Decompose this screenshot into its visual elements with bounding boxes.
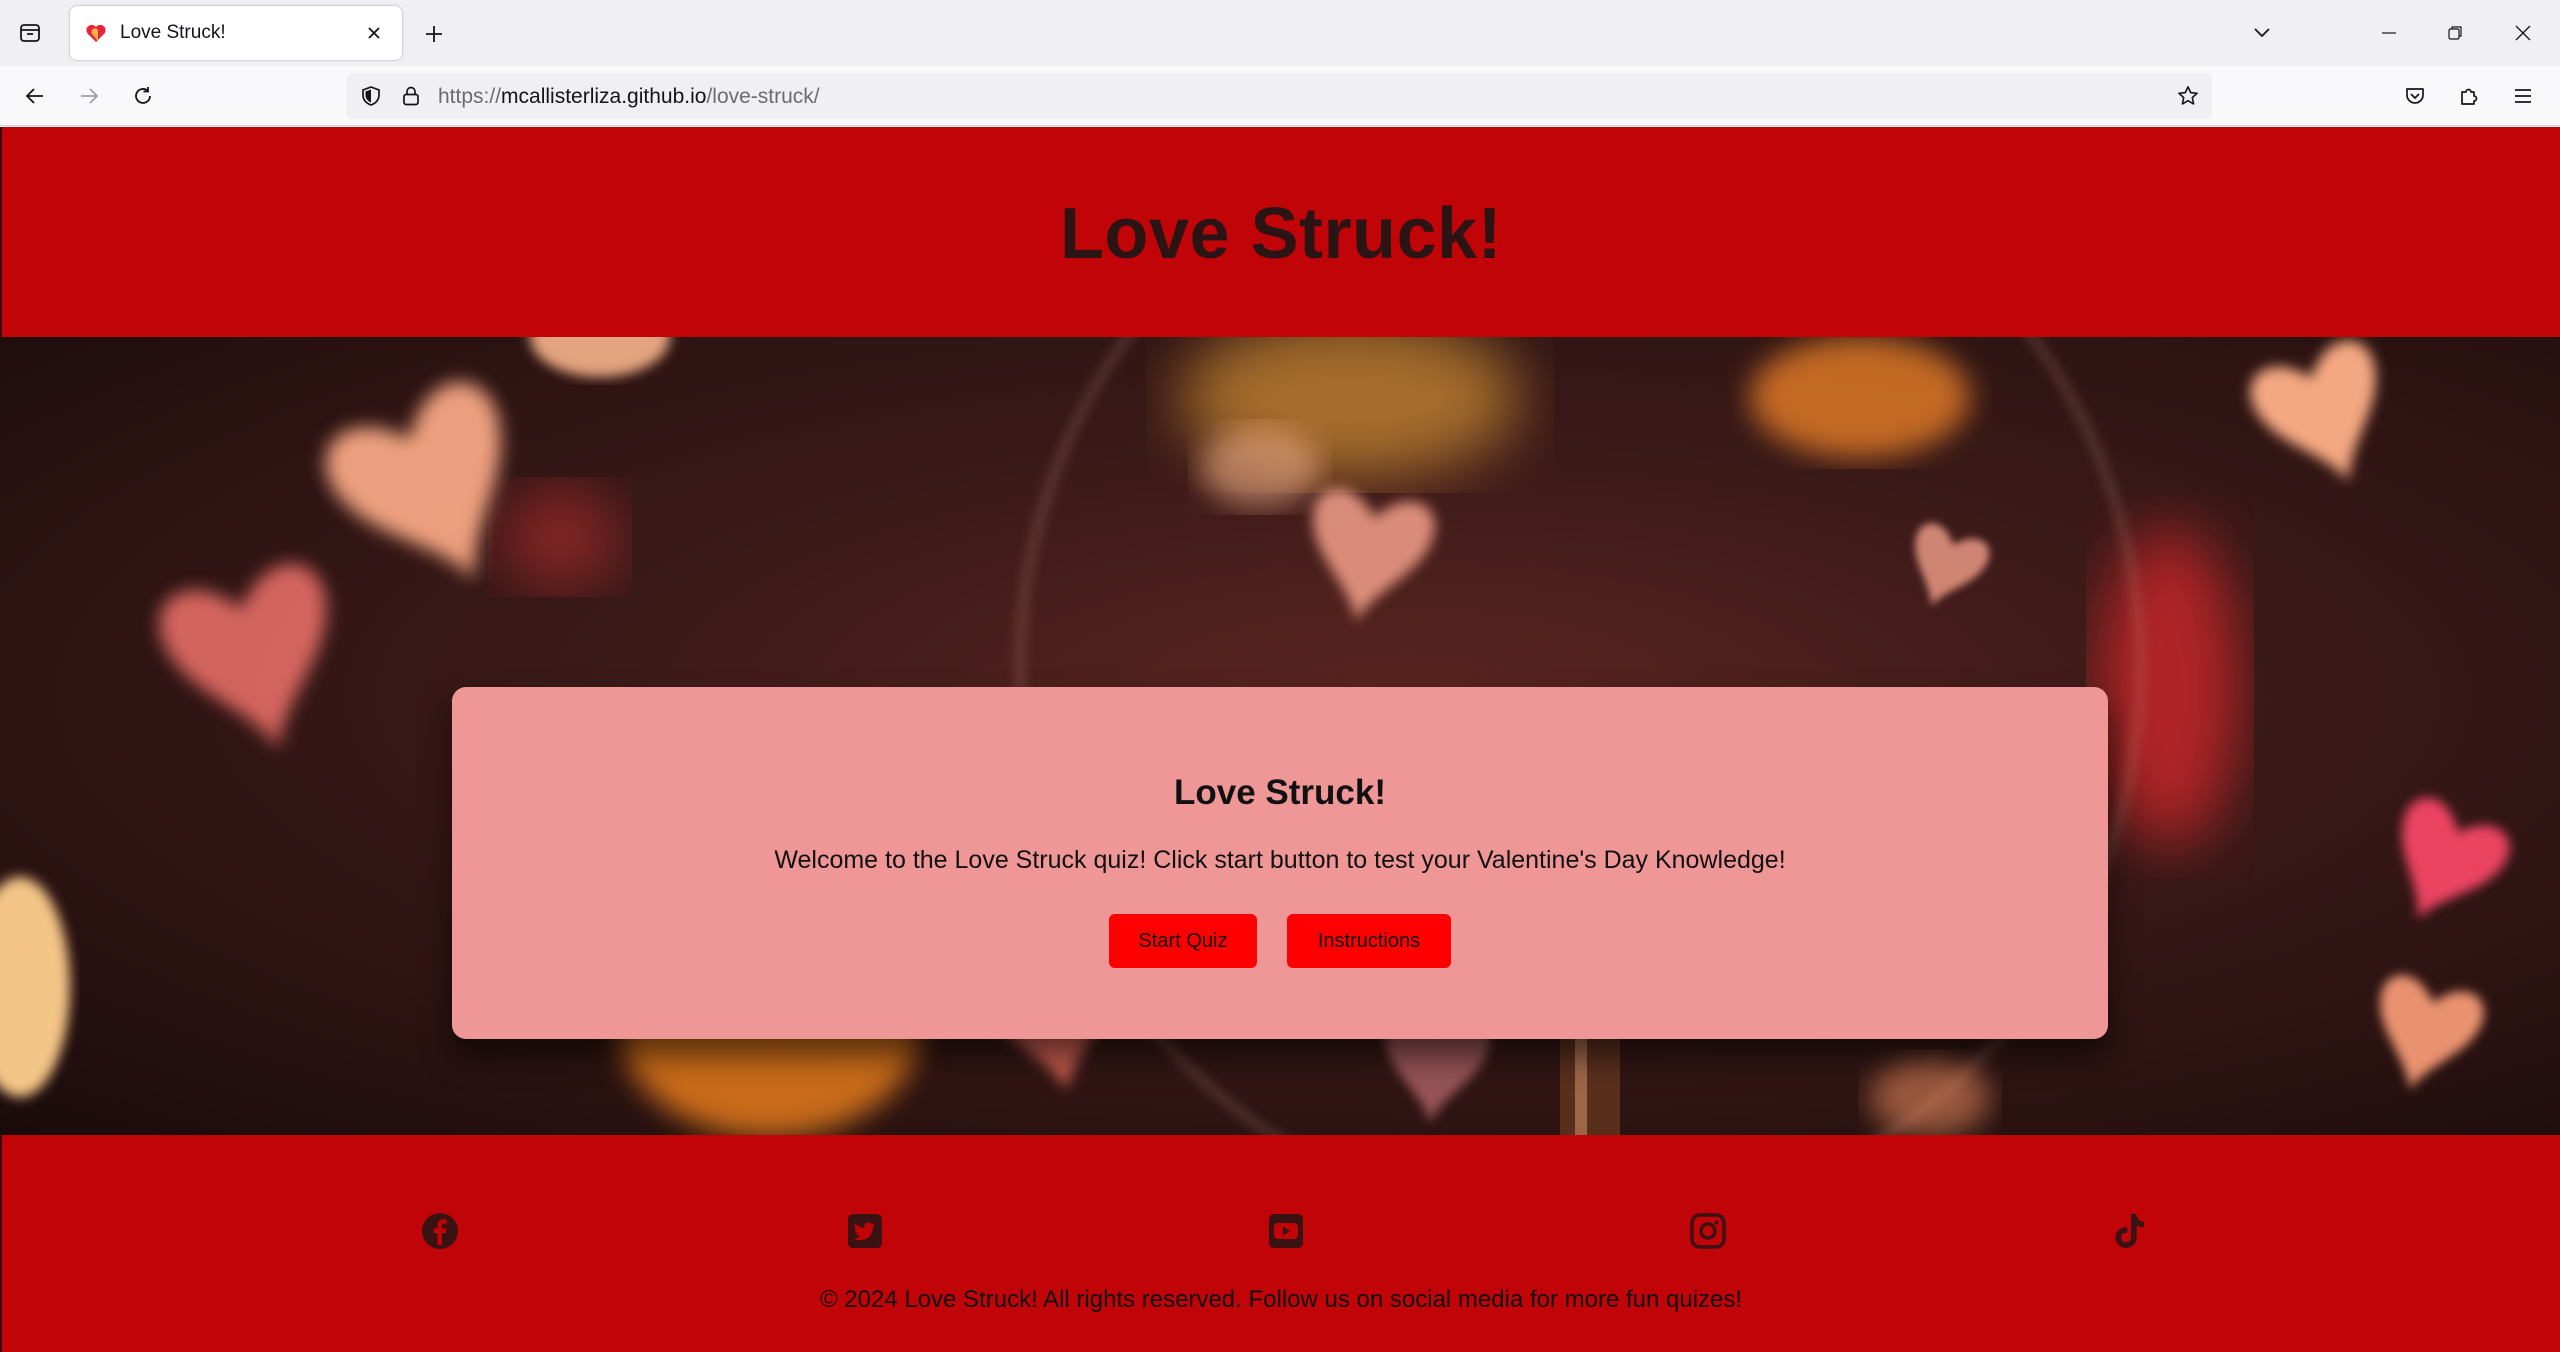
tiktok-icon[interactable]: [2110, 1211, 2150, 1251]
start-quiz-button[interactable]: Start Quiz: [1109, 914, 1257, 968]
restore-icon[interactable]: [2422, 10, 2488, 56]
url-text[interactable]: https://mcallisterliza.github.io/love-st…: [438, 85, 820, 109]
url-domain: mcallisterliza.github.io: [501, 85, 707, 108]
lock-icon[interactable]: [398, 83, 424, 109]
page-viewport: Love Struck! Love Struck! Welcome to the…: [0, 127, 2560, 1352]
chevron-down-icon[interactable]: [2244, 16, 2280, 50]
url-path: /love-struck/: [706, 85, 820, 108]
welcome-text: Welcome to the Love Struck quiz! Click s…: [774, 846, 1786, 874]
star-icon[interactable]: [2174, 82, 2202, 110]
reload-icon[interactable]: [124, 78, 162, 114]
footer-copyright: © 2024 Love Struck! All rights reserved.…: [819, 1286, 1743, 1313]
tab-list-icon[interactable]: [12, 16, 48, 50]
shield-icon[interactable]: [358, 83, 384, 109]
minimize-icon[interactable]: [2356, 10, 2422, 56]
page-title: Love Struck!: [1059, 194, 1503, 274]
hero-section: Love Struck! Welcome to the Love Struck …: [0, 337, 2560, 1135]
card-title: Love Struck!: [1174, 773, 1386, 812]
welcome-card: Love Struck! Welcome to the Love Struck …: [452, 687, 2108, 1039]
browser-tab[interactable]: Love Struck!: [70, 6, 402, 60]
browser-tab-bar: Love Struck!: [0, 0, 2560, 66]
instagram-icon[interactable]: [1688, 1211, 1728, 1251]
youtube-icon[interactable]: [1266, 1211, 1306, 1251]
menu-icon[interactable]: [2504, 78, 2542, 114]
close-window-icon[interactable]: [2490, 10, 2556, 56]
plus-icon[interactable]: [416, 16, 452, 52]
forward-arrow-icon[interactable]: [70, 78, 108, 114]
browser-nav-bar: https://mcallisterliza.github.io/love-st…: [0, 66, 2560, 126]
back-arrow-icon[interactable]: [16, 78, 54, 114]
close-icon[interactable]: [360, 19, 388, 47]
facebook-icon[interactable]: [420, 1211, 460, 1251]
url-prefix: https://: [438, 85, 502, 108]
address-bar[interactable]: https://mcallisterliza.github.io/love-st…: [346, 73, 2212, 119]
extensions-icon[interactable]: [2450, 78, 2488, 114]
card-button-row: Start Quiz Instructions: [452, 914, 2108, 968]
site-header: Love Struck!: [0, 127, 2560, 337]
instructions-button[interactable]: Instructions: [1287, 914, 1451, 968]
pocket-icon[interactable]: [2396, 78, 2434, 114]
site-footer: © 2024 Love Struck! All rights reserved.…: [0, 1135, 2560, 1352]
twitter-icon[interactable]: [845, 1211, 885, 1251]
tab-title: Love Struck!: [120, 22, 226, 43]
heart-favicon-icon: [84, 21, 108, 45]
